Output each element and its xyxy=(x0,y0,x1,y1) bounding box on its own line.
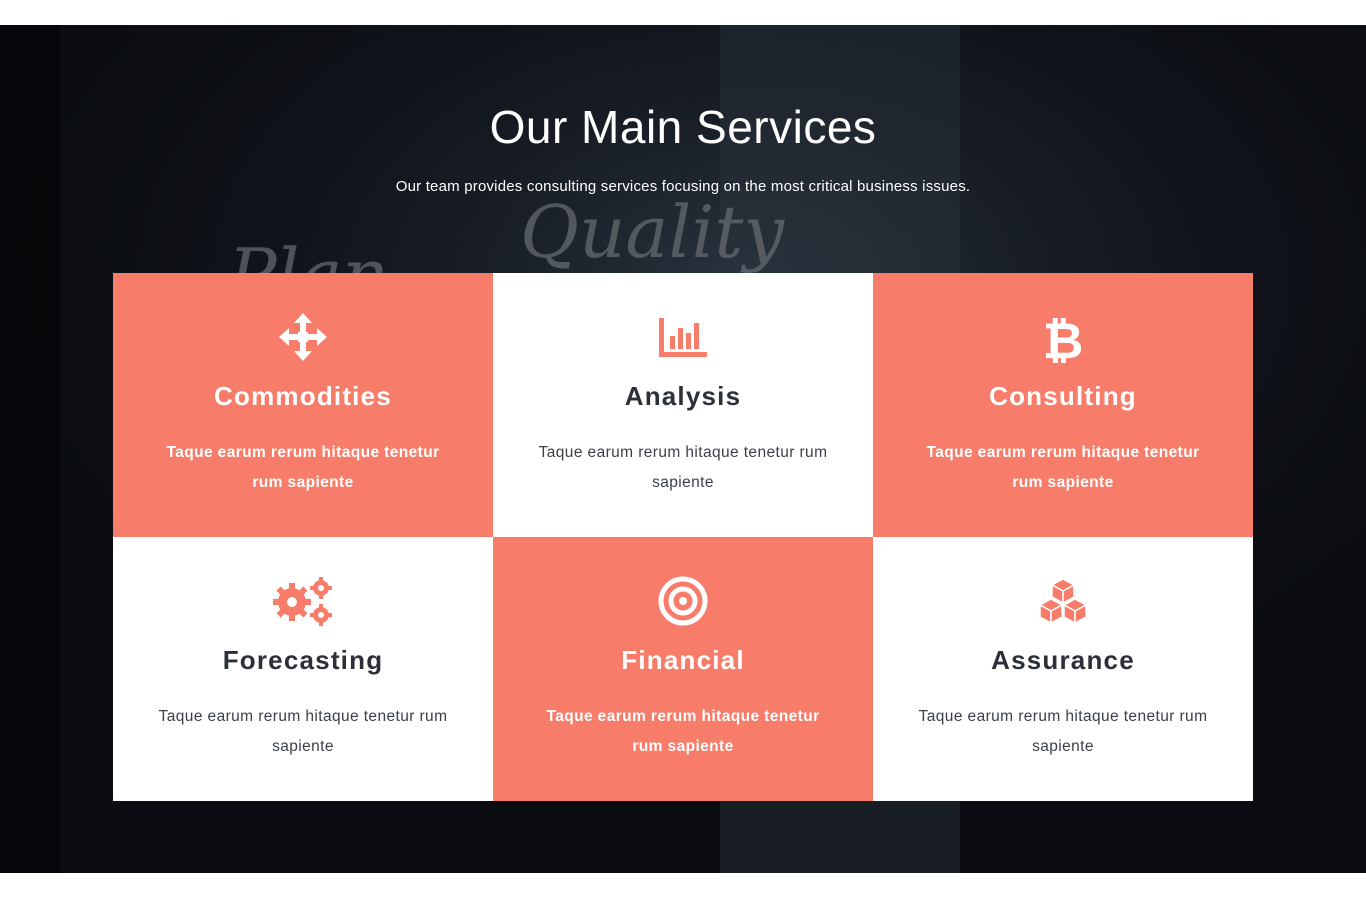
target-icon xyxy=(658,576,708,626)
service-description: Taque earum rerum hitaque tenetur rum sa… xyxy=(158,708,448,755)
services-section: Quality Plan Our Main Services Our team … xyxy=(0,25,1366,873)
service-title: Analysis xyxy=(624,381,742,411)
section-heading: Our Main Services xyxy=(489,101,877,153)
service-description: Taque earum rerum hitaque tenetur rum sa… xyxy=(546,708,820,755)
service-card-analysis[interactable]: Analysis Taque earum rerum hitaque tenet… xyxy=(493,273,873,537)
service-card-commodities[interactable]: Commodities Taque earum rerum hitaque te… xyxy=(113,273,493,537)
service-card-consulting[interactable]: ₿ Consulting Taque earum rerum hitaque t… xyxy=(873,273,1253,537)
bitcoin-icon: ₿ xyxy=(1043,312,1084,363)
service-card-financial[interactable]: Financial Taque earum rerum hitaque tene… xyxy=(493,537,873,801)
service-description: Taque earum rerum hitaque tenetur rum sa… xyxy=(918,708,1208,755)
background-word-quality: Quality xyxy=(520,190,785,274)
arrows-move-icon xyxy=(279,313,327,361)
service-title: Forecasting xyxy=(222,645,384,675)
service-description: Taque earum rerum hitaque tenetur rum sa… xyxy=(538,444,828,491)
service-title: Financial xyxy=(621,645,745,675)
gears-icon xyxy=(273,577,332,626)
cubes-icon xyxy=(1039,578,1087,624)
section-subheading: Our team provides consulting services fo… xyxy=(395,178,971,195)
bar-chart-icon xyxy=(659,318,707,357)
service-title: Assurance xyxy=(991,645,1135,675)
service-title: Commodities xyxy=(214,381,392,411)
svg-text:₿: ₿ xyxy=(1043,312,1084,363)
service-description: Taque earum rerum hitaque tenetur rum sa… xyxy=(926,444,1200,491)
service-card-forecasting[interactable]: Forecasting Taque earum rerum hitaque te… xyxy=(113,537,493,801)
service-title: Consulting xyxy=(989,381,1137,411)
service-description: Taque earum rerum hitaque tenetur rum sa… xyxy=(166,444,440,491)
services-grid: Commodities Taque earum rerum hitaque te… xyxy=(113,273,1253,801)
service-card-assurance[interactable]: Assurance Taque earum rerum hitaque tene… xyxy=(873,537,1253,801)
